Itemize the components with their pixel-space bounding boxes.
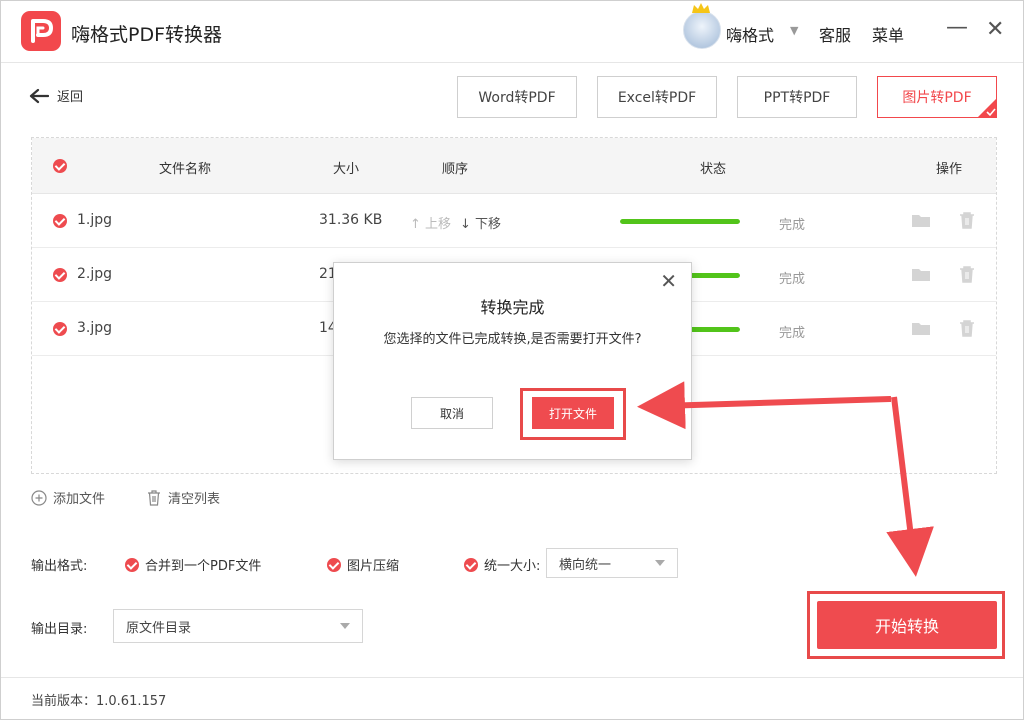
- merge-pdf-checkbox[interactable]: 合并到一个PDF文件: [125, 555, 261, 574]
- trash-icon[interactable]: [957, 318, 977, 338]
- output-format-label: 输出格式:: [31, 559, 88, 574]
- user-dropdown-chevron-icon[interactable]: ▼: [790, 24, 798, 37]
- dialog-title: 转换完成: [480, 298, 545, 317]
- header-status: 状态: [700, 162, 727, 177]
- dialog-close-icon[interactable]: ✕: [660, 269, 677, 293]
- tab-word-to-pdf[interactable]: Word转PDF: [457, 76, 577, 118]
- close-window-button[interactable]: ✕: [986, 17, 1004, 42]
- trash-icon: [148, 490, 160, 506]
- conversion-complete-dialog: ✕ 转换完成 您选择的文件已完成转换,是否需要打开文件? 取消 打开文件: [333, 262, 692, 460]
- compress-image-checkbox[interactable]: 图片压缩: [327, 555, 399, 574]
- service-link[interactable]: 客服: [819, 22, 851, 46]
- status-text: 完成: [779, 272, 806, 287]
- arrow-left-icon: [29, 88, 49, 103]
- minimize-button[interactable]: —: [946, 15, 968, 40]
- move-up-button[interactable]: ↑ 上移: [410, 213, 451, 232]
- status-text: 完成: [779, 218, 806, 233]
- add-file-label: 添加文件: [53, 492, 106, 507]
- clear-list-button[interactable]: 清空列表: [146, 488, 220, 507]
- unify-size-check-icon: [464, 557, 478, 572]
- output-dir-label: 输出目录:: [31, 622, 88, 637]
- select-all-checkbox[interactable]: [53, 159, 67, 173]
- file-name: 3.jpg: [77, 320, 113, 336]
- status-bar: 当前版本：1.0.61.157: [1, 677, 1023, 719]
- cancel-button[interactable]: 取消: [411, 397, 493, 429]
- unify-size-label: 统一大小:: [484, 559, 541, 574]
- start-convert-button[interactable]: 开始转换: [817, 601, 997, 649]
- file-name: 2.jpg: [77, 266, 113, 282]
- status-text: 完成: [779, 326, 806, 341]
- file-name: 1.jpg: [77, 212, 113, 228]
- header-order: 顺序: [442, 162, 469, 177]
- clear-list-label: 清空列表: [168, 492, 221, 507]
- header-size: 大小: [333, 162, 360, 177]
- unify-size-select[interactable]: 横向统一: [546, 548, 678, 578]
- open-file-button[interactable]: 打开文件: [532, 397, 614, 429]
- avatar[interactable]: [683, 11, 721, 49]
- merge-pdf-label: 合并到一个PDF文件: [145, 559, 262, 574]
- back-button[interactable]: 返回: [29, 86, 83, 105]
- add-file-button[interactable]: 添加文件: [31, 488, 105, 507]
- table-row: 1.jpg 31.36 KB ↑ 上移 ↓ 下移 完成: [32, 194, 996, 248]
- table-header: 文件名称 大小 顺序 状态 操作: [32, 138, 996, 194]
- file-size: 31.36 KB: [319, 212, 383, 228]
- row-checkbox[interactable]: [53, 268, 67, 282]
- title-bar: 嗨格式PDF转换器 嗨格式 ▼ 客服 菜单 — ✕: [1, 1, 1023, 63]
- chevron-down-icon: [655, 560, 665, 566]
- menu-link[interactable]: 菜单: [872, 22, 904, 46]
- plus-circle-icon: [31, 489, 47, 506]
- app-title: 嗨格式PDF转换器: [71, 24, 223, 46]
- back-label: 返回: [57, 90, 84, 105]
- header-action: 操作: [936, 162, 963, 177]
- version-text: 当前版本：1.0.61.157: [31, 694, 167, 709]
- unify-size-checkbox[interactable]: 统一大小:: [464, 555, 540, 574]
- header-file-name: 文件名称: [159, 162, 212, 177]
- tab-image-to-pdf[interactable]: 图片转PDF: [877, 76, 997, 118]
- crown-icon: [692, 3, 710, 13]
- dialog-message: 您选择的文件已完成转换,是否需要打开文件?: [383, 332, 642, 347]
- app-logo-icon: [21, 11, 61, 51]
- output-dir-value: 原文件目录: [126, 620, 192, 636]
- unify-size-value: 横向统一: [559, 557, 612, 573]
- row-checkbox[interactable]: [53, 214, 67, 228]
- output-dir-select[interactable]: 原文件目录: [113, 609, 363, 643]
- progress-bar: [620, 219, 740, 224]
- trash-icon[interactable]: [957, 210, 977, 230]
- folder-icon[interactable]: [911, 264, 931, 284]
- app-window: 嗨格式PDF转换器 嗨格式 ▼ 客服 菜单 — ✕ 返回 Word转PDF Ex…: [0, 0, 1024, 720]
- trash-icon[interactable]: [957, 264, 977, 284]
- tab-ppt-to-pdf[interactable]: PPT转PDF: [737, 76, 857, 118]
- compress-image-check-icon: [327, 557, 341, 572]
- merge-pdf-check-icon: [125, 557, 139, 572]
- move-down-button[interactable]: ↓ 下移: [460, 213, 501, 232]
- tab-excel-to-pdf[interactable]: Excel转PDF: [597, 76, 717, 118]
- row-checkbox[interactable]: [53, 322, 67, 336]
- tab-image-to-pdf-label: 图片转PDF: [902, 90, 972, 106]
- folder-icon[interactable]: [911, 210, 931, 230]
- compress-image-label: 图片压缩: [347, 559, 400, 574]
- folder-icon[interactable]: [911, 318, 931, 338]
- selected-corner-check-icon: [977, 98, 997, 118]
- chevron-down-icon: [340, 623, 350, 629]
- user-name[interactable]: 嗨格式: [726, 22, 774, 46]
